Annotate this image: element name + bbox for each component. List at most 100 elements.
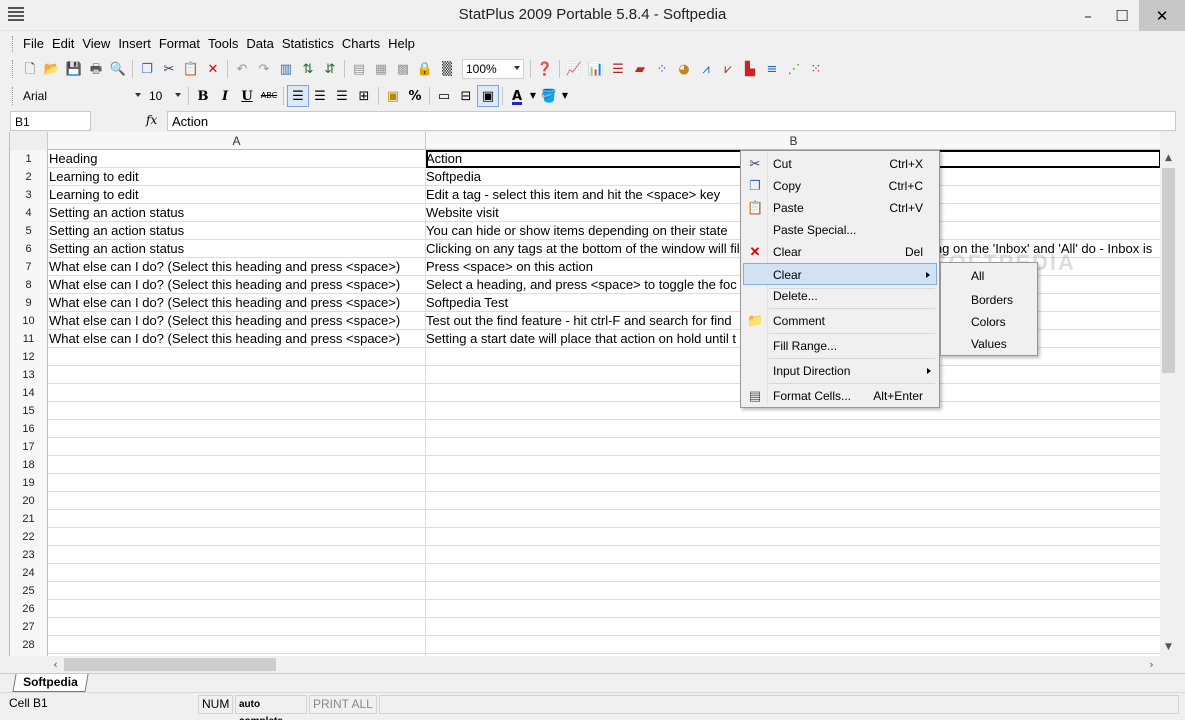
menu-insert[interactable]: Insert [114,34,155,54]
grid3-icon[interactable]: ▩ [392,58,414,80]
column-header-b[interactable]: B [426,132,1160,150]
toolbar-grip[interactable] [12,60,15,78]
cell-b[interactable] [426,456,1160,474]
row-header[interactable]: 9 [10,294,48,312]
menu-edit[interactable]: Edit [48,34,78,54]
cell-b[interactable] [426,546,1160,564]
cell-a[interactable]: What else can I do? (Select this heading… [48,258,426,276]
menu-charts[interactable]: Charts [338,34,384,54]
row-header[interactable]: 16 [10,420,48,438]
font-name-select[interactable]: Arial [19,86,145,106]
ctx-copy[interactable]: ❐ Copy Ctrl+C [743,175,937,197]
row-header[interactable]: 18 [10,456,48,474]
row-header[interactable]: 24 [10,564,48,582]
sort-descending-icon[interactable]: ⇵ [319,58,341,80]
percent-button[interactable]: % [404,85,426,107]
status-print-all[interactable]: PRINT ALL [309,695,377,714]
scroll-left-icon[interactable]: ‹ [47,656,64,673]
row-header[interactable]: 15 [10,402,48,420]
print-preview-icon[interactable]: 🔍 [107,58,129,80]
ctx-fill-range[interactable]: Fill Range... [743,335,937,357]
cell-a[interactable]: Setting an action status [48,240,426,258]
grid1-icon[interactable]: ▤ [348,58,370,80]
italic-button[interactable]: I [214,85,236,107]
vertical-scrollbar[interactable]: ▲ ▼ [1160,150,1177,656]
merge-cells-icon[interactable]: ⊞ [353,85,375,107]
bold-button[interactable]: B [192,85,214,107]
copy-icon[interactable]: ❐ [136,58,158,80]
cell-b[interactable] [426,492,1160,510]
font-color-icon[interactable]: A [506,85,528,107]
toolbar-grip[interactable] [12,36,15,52]
submenu-borders[interactable]: Borders [943,289,1035,311]
submenu-values[interactable]: Values [943,333,1035,355]
paste-icon[interactable]: 📋 [180,58,202,80]
cell-a[interactable]: Setting an action status [48,204,426,222]
menu-statistics[interactable]: Statistics [278,34,338,54]
scatter2-chart-icon[interactable]: ⋰ [783,58,805,80]
cell-a[interactable] [48,366,426,384]
row-header[interactable]: 6 [10,240,48,258]
row-header[interactable]: 8 [10,276,48,294]
cell-b[interactable] [426,438,1160,456]
cell-a[interactable] [48,618,426,636]
line3-chart-icon[interactable]: ⩗ [717,58,739,80]
ctx-comment[interactable]: 📁 Comment [743,310,937,332]
cell-b[interactable] [426,564,1160,582]
ctx-format-cells[interactable]: ▤ Format Cells... Alt+Enter [743,385,937,407]
cell-b[interactable] [426,636,1160,654]
cell-b[interactable] [426,510,1160,528]
ctx-paste-special[interactable]: Paste Special... [743,219,937,241]
align-right-icon[interactable]: ☰ [331,85,353,107]
menu-view[interactable]: View [78,34,114,54]
ctx-clear-del[interactable]: ✕ Clear Del [743,241,937,263]
row-header[interactable]: 17 [10,438,48,456]
row-header[interactable]: 3 [10,186,48,204]
cell-a[interactable] [48,474,426,492]
submenu-colors[interactable]: Colors [943,311,1035,333]
cell-a[interactable]: Learning to edit [48,168,426,186]
sort-ascending-icon[interactable]: ⇅ [297,58,319,80]
row-header[interactable]: 1 [10,150,48,168]
fill-color-icon[interactable]: 🪣 [538,85,560,107]
hbar2-chart-icon[interactable]: ≡ [761,58,783,80]
row-header[interactable]: 5 [10,222,48,240]
cut-icon[interactable]: ✂ [158,58,180,80]
cell-b[interactable] [426,618,1160,636]
row-header[interactable]: 22 [10,528,48,546]
cell-a[interactable] [48,528,426,546]
cell-a[interactable] [48,384,426,402]
row-header[interactable]: 23 [10,546,48,564]
row-header[interactable]: 20 [10,492,48,510]
status-autocomplete[interactable]: auto complete [235,695,307,720]
ctx-delete[interactable]: Delete... [743,285,937,307]
select-all-corner[interactable] [10,132,48,150]
help-icon[interactable]: ❓ [534,58,556,80]
menu-data[interactable]: Data [242,34,277,54]
close-button[interactable]: ✕ [1139,0,1185,31]
function-icon[interactable]: fx [146,113,157,127]
row-header[interactable]: 12 [10,348,48,366]
cell-reference-box[interactable]: B1 [10,111,91,131]
column-header-a[interactable]: A [48,132,426,150]
cell-b[interactable] [426,528,1160,546]
menu-format[interactable]: Format [155,34,204,54]
underline-button[interactable]: U [236,85,258,107]
row-header[interactable]: 27 [10,618,48,636]
menu-help[interactable]: Help [384,34,419,54]
scroll-up-icon[interactable]: ▲ [1160,150,1177,167]
filter-icon[interactable]: ▒ [436,58,458,80]
sheet-tab-softpedia[interactable]: Softpedia [12,674,89,692]
redo-icon[interactable]: ↷ [253,58,275,80]
align-left-icon[interactable]: ☰ [287,85,309,107]
cell-a[interactable] [48,600,426,618]
border-middle-icon[interactable]: ⊟ [455,85,477,107]
grid2-icon[interactable]: ▦ [370,58,392,80]
line-chart-icon[interactable]: 📈 [563,58,585,80]
currency-format-icon[interactable]: ▣ [382,85,404,107]
cell-b[interactable] [426,600,1160,618]
open-icon[interactable]: 📂 [41,58,63,80]
cell-a[interactable] [48,564,426,582]
row-header[interactable]: 21 [10,510,48,528]
row-header[interactable]: 10 [10,312,48,330]
